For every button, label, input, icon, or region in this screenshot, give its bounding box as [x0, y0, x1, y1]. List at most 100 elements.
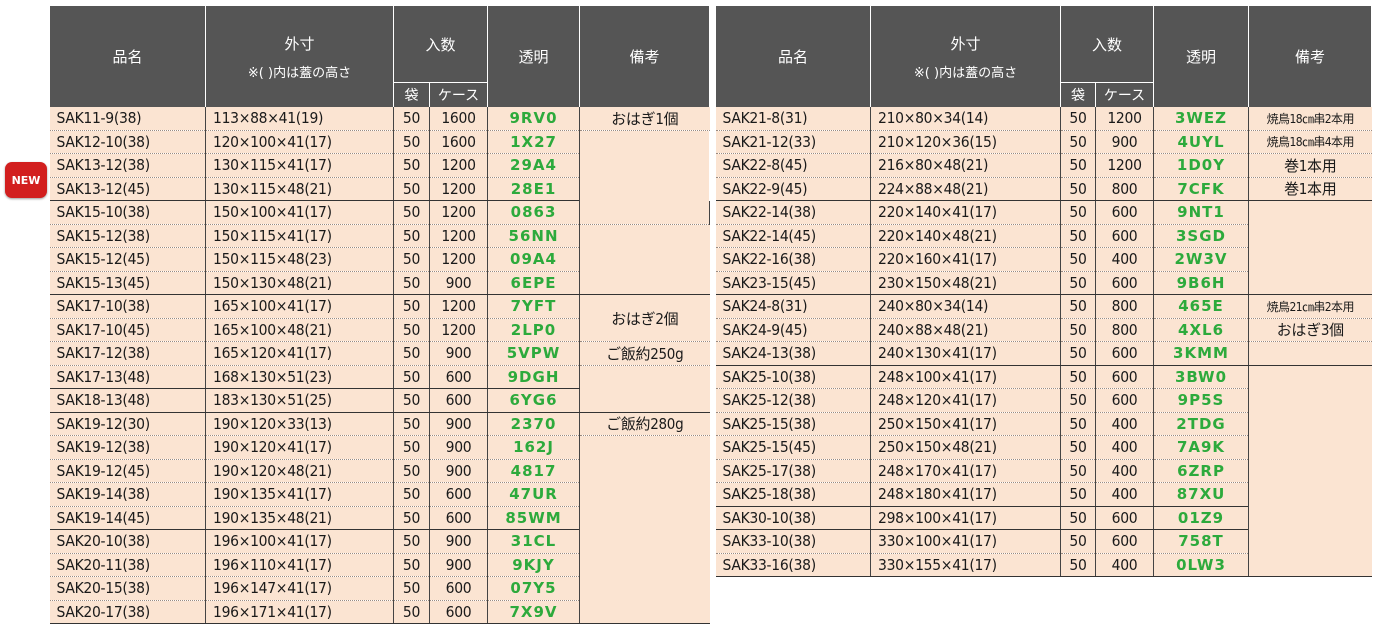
table-row: SAK19-12(38) 190×120×41(17) 50 900 162J [49, 435, 710, 624]
table-row: SAK21-12(33) 210×120×36(15) 50 900 4UYL 焼鳥18㎝… [715, 130, 1372, 154]
clear-code-cell: 28E1 [487, 177, 580, 201]
dimensions-cell: 240×88×48(21) [870, 318, 1061, 342]
clear-code-cell: 31CL [487, 529, 580, 554]
dimensions-cell: 224×88×48(21) [870, 177, 1061, 201]
qty-bag-cell: 50 [1060, 294, 1096, 319]
qty-case-cell: 1200 [428, 318, 488, 342]
header-qty-bag: 袋 [1060, 82, 1096, 107]
header-name: 品名 [715, 6, 871, 107]
table-row: SAK22-14(38) 220×140×41(17) 50 600 9NT1 [715, 200, 1372, 295]
product-name-cell: SAK22-14(45) [715, 224, 871, 248]
header-dims: 外寸 ※( )内は蓋の高さ [870, 6, 1061, 107]
qty-case-cell: 800 [1094, 318, 1154, 342]
header-qty-bag: 袋 [393, 82, 430, 107]
product-name-cell: SAK17-12(38) [49, 341, 206, 366]
clear-code-cell: 2W3V [1153, 247, 1249, 272]
dimensions-cell: 220×140×48(21) [870, 224, 1061, 248]
dimensions-cell: 130×115×48(21) [205, 177, 394, 201]
dimensions-cell: 165×100×41(17) [205, 294, 394, 319]
qty-bag-cell: 50 [393, 200, 430, 225]
remarks-cell [1248, 365, 1372, 577]
product-name-cell: SAK23-15(45) [715, 271, 871, 295]
clear-code-cell: 3KMM [1153, 341, 1249, 366]
dimensions-cell: 330×100×41(17) [870, 529, 1061, 554]
qty-bag-cell: 50 [1060, 107, 1096, 131]
qty-bag-cell: 50 [393, 153, 430, 178]
product-name-cell: SAK24-9(45) [715, 318, 871, 342]
clear-code-cell: 3BW0 [1153, 365, 1249, 389]
table-row: SAK22-8(45) 216×80×48(21) 50 1200 1D0Y 巻1本用 [715, 153, 1372, 178]
qty-bag-cell: 50 [393, 271, 430, 295]
qty-case-cell: 600 [1094, 224, 1154, 248]
dimensions-cell: 210×80×34(14) [870, 107, 1061, 131]
product-name-cell: SAK22-14(38) [715, 200, 871, 225]
remarks-cell: おはぎ2個 [579, 294, 710, 342]
remarks-cell [579, 224, 710, 295]
dimensions-cell: 220×140×41(17) [870, 200, 1061, 225]
qty-case-cell: 900 [428, 459, 488, 483]
clear-code-cell: 85WM [487, 506, 580, 530]
dimensions-cell: 190×120×41(17) [205, 435, 394, 460]
qty-case-cell: 400 [1094, 553, 1154, 577]
qty-bag-cell: 50 [393, 341, 430, 366]
clear-code-cell: 09A4 [487, 247, 580, 272]
clear-code-cell: 7X9V [487, 600, 580, 624]
product-name-cell: SAK22-9(45) [715, 177, 871, 201]
remarks-cell [579, 130, 710, 225]
qty-bag-cell: 50 [393, 224, 430, 248]
remarks-cell: 巻1本用 [1248, 177, 1372, 201]
dimensions-cell: 240×80×34(14) [870, 294, 1061, 319]
qty-case-cell: 900 [428, 435, 488, 460]
qty-bag-cell: 50 [393, 435, 430, 460]
clear-code-cell: 7YFT [487, 294, 580, 319]
product-name-cell: SAK17-13(48) [49, 365, 206, 389]
clear-code-cell: 2LP0 [487, 318, 580, 342]
qty-case-cell: 600 [428, 506, 488, 530]
qty-bag-cell: 50 [393, 388, 430, 413]
dimensions-cell: 183×130×51(25) [205, 388, 394, 413]
qty-bag-cell: 50 [1060, 529, 1096, 554]
dimensions-cell: 298×100×41(17) [870, 506, 1061, 530]
clear-code-cell: 5VPW [487, 341, 580, 366]
dimensions-cell: 220×160×41(17) [870, 247, 1061, 272]
dimensions-cell: 248×170×41(17) [870, 459, 1061, 483]
qty-case-cell: 600 [1094, 271, 1154, 295]
qty-case-cell: 900 [428, 553, 488, 577]
qty-case-cell: 600 [428, 576, 488, 601]
qty-bag-cell: 50 [1060, 200, 1096, 225]
qty-case-cell: 600 [1094, 388, 1154, 413]
qty-bag-cell: 50 [393, 294, 430, 319]
clear-code-cell: 56NN [487, 224, 580, 248]
remarks-cell: 焼鳥21㎝串2本用 [1248, 294, 1372, 319]
header-clear: 透明 [487, 6, 581, 107]
qty-bag-cell: 50 [1060, 459, 1096, 483]
clear-code-cell: 0863 [487, 200, 580, 225]
clear-code-cell: 6ZRP [1153, 459, 1249, 483]
qty-case-cell: 900 [428, 412, 488, 436]
product-name-cell: SAK33-16(38) [715, 553, 871, 577]
clear-code-cell: 7A9K [1153, 435, 1249, 460]
qty-bag-cell: 50 [393, 412, 430, 436]
product-name-cell: SAK19-14(45) [49, 506, 206, 530]
clear-code-cell: 6EPE [487, 271, 580, 295]
table-row: SAK24-9(45) 240×88×48(21) 50 800 4XL6 おはぎ3個 [715, 318, 1372, 342]
table-row: SAK25-10(38) 248×100×41(17) 50 600 3BW0 [715, 365, 1372, 577]
product-name-cell: SAK19-12(45) [49, 459, 206, 483]
clear-code-cell: 758T [1153, 529, 1249, 554]
remarks-cell: 焼鳥18㎝串2本用 [1248, 107, 1372, 131]
qty-bag-cell: 50 [1060, 553, 1096, 577]
dimensions-cell: 196×100×41(17) [205, 529, 394, 554]
table-row: SAK17-13(48) 168×130×51(23) 50 600 9DGH [49, 365, 710, 413]
qty-case-cell: 600 [1094, 200, 1154, 225]
table-row: SAK19-12(30) 190×120×33(13) 50 900 2370 ご飯約28… [49, 412, 710, 436]
qty-bag-cell: 50 [393, 247, 430, 272]
clear-code-cell: 9DGH [487, 365, 580, 389]
qty-bag-cell: 50 [1060, 365, 1096, 389]
qty-case-cell: 1200 [428, 177, 488, 201]
qty-case-cell: 1200 [1094, 107, 1154, 131]
product-name-cell: SAK19-12(38) [49, 435, 206, 460]
clear-code-cell: 9KJY [487, 553, 580, 577]
product-name-cell: SAK25-10(38) [715, 365, 871, 389]
dimensions-cell: 190×135×41(17) [205, 482, 394, 507]
qty-case-cell: 400 [1094, 482, 1154, 507]
